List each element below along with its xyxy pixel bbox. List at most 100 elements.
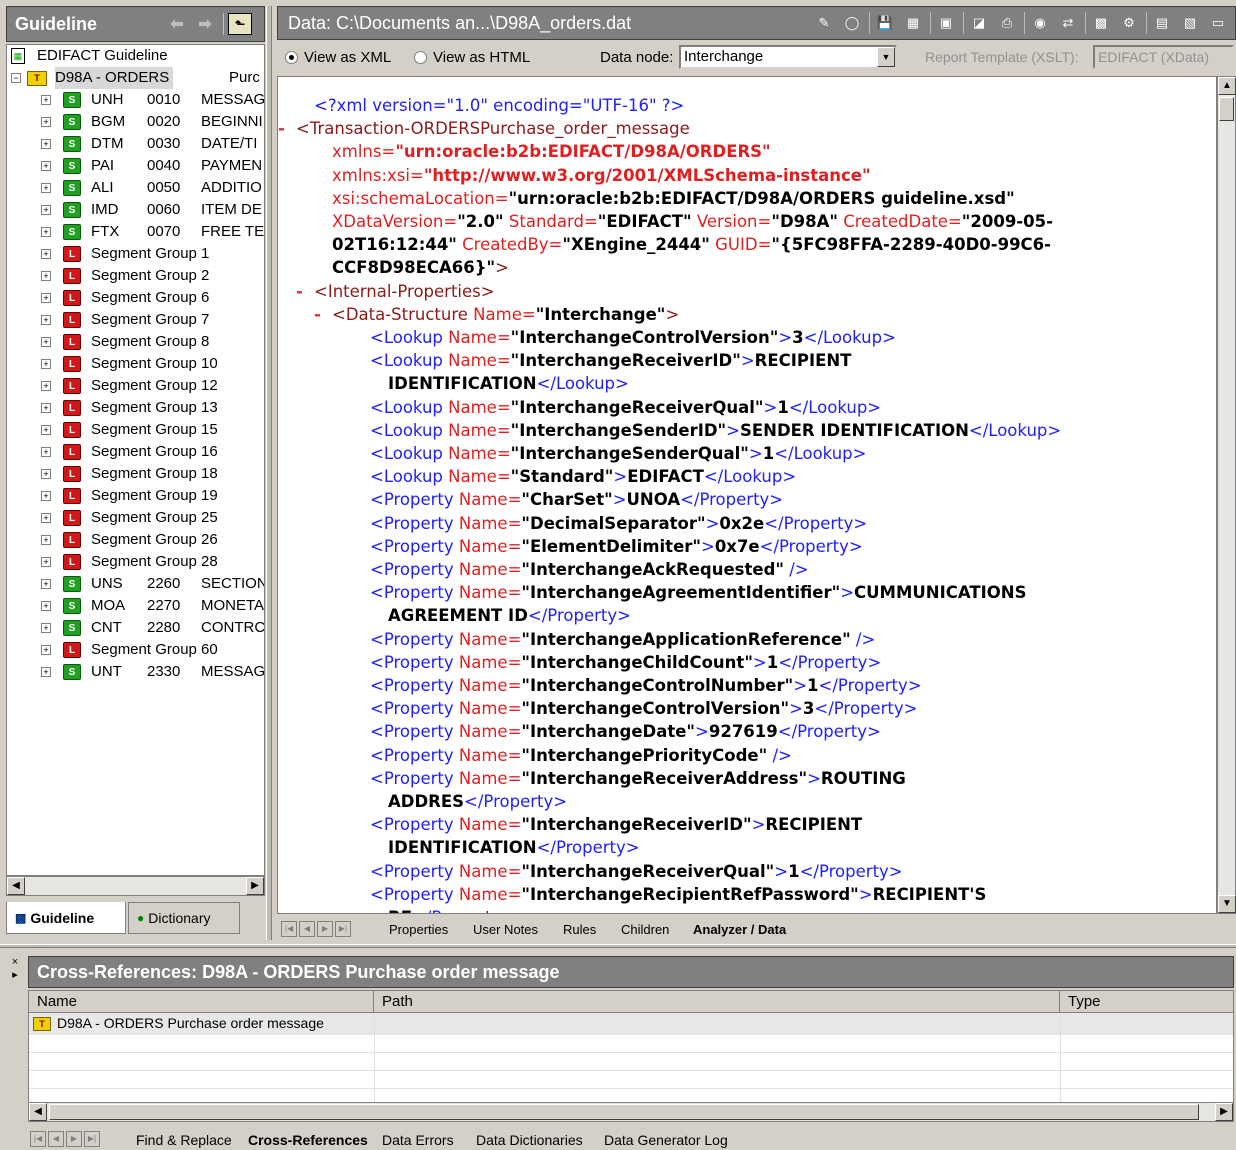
view-xml-option[interactable]: View as XML (285, 49, 391, 66)
report-icon[interactable]: ▧ (1179, 12, 1201, 34)
collapse-icon[interactable]: − (11, 73, 21, 83)
tab-find-replace[interactable]: Find & Replace (136, 1130, 232, 1150)
tree-segment-group-item[interactable]: + L Segment Group 8 (9, 331, 264, 353)
column-header-name[interactable]: Name (29, 991, 374, 1013)
first-tab-icon[interactable]: |◀ (281, 921, 297, 937)
grid-horizontal-scrollbar[interactable]: ◀ ▶ (28, 1102, 1234, 1122)
expand-icon[interactable]: + (41, 667, 51, 677)
tree-segment-group-item[interactable]: + L Segment Group 16 (9, 441, 264, 463)
replace-icon[interactable]: ⇄ (1057, 12, 1079, 34)
next-tab-icon[interactable]: ▶ (66, 1131, 82, 1147)
view-html-option[interactable]: View as HTML (414, 49, 530, 66)
settings-icon[interactable]: ⚙ (1118, 12, 1140, 34)
tab-properties[interactable]: Properties (389, 920, 448, 940)
tree-segment-group-item[interactable]: + L Segment Group 13 (9, 397, 264, 419)
scroll-down-icon[interactable]: ▼ (1218, 895, 1236, 913)
tab-data-generator-log[interactable]: Data Generator Log (604, 1130, 728, 1150)
xml-vertical-scrollbar[interactable]: ▲ ▼ (1217, 76, 1236, 914)
chevron-down-icon[interactable]: ▼ (877, 47, 895, 67)
expand-icon[interactable]: + (41, 425, 51, 435)
new-data-icon[interactable]: ✎ (813, 12, 835, 34)
data-node-select[interactable]: Interchange ▼ (679, 45, 897, 69)
tree-segment-group-item[interactable]: + L Segment Group 26 (9, 529, 264, 551)
expand-icon[interactable]: + (41, 183, 51, 193)
tab-data-dictionaries[interactable]: Data Dictionaries (476, 1130, 583, 1150)
tree-segment-item[interactable]: + S CNT 2280 CONTRC (9, 617, 264, 639)
tree-segment-group-item[interactable]: + L Segment Group 19 (9, 485, 264, 507)
tab-rules[interactable]: Rules (563, 920, 596, 940)
scroll-left-icon[interactable]: ◀ (7, 877, 25, 895)
properties-icon[interactable]: ▦ (902, 12, 924, 34)
collapse-marker[interactable]: - (296, 281, 303, 303)
folder-up-icon[interactable]: ⬑ (228, 13, 252, 35)
print-preview-icon[interactable]: ◪ (968, 12, 990, 34)
tree-segment-item[interactable]: + S IMD 0060 ITEM DE (9, 199, 264, 221)
expand-icon[interactable]: + (41, 161, 51, 171)
expand-icon[interactable]: + (41, 293, 51, 303)
prev-tab-icon[interactable]: ◀ (299, 921, 315, 937)
tree-segment-item[interactable]: + S UNT 2330 MESSAG (9, 661, 264, 683)
expand-icon[interactable]: + (41, 645, 51, 655)
close-panel-icon[interactable]: × ▸ (8, 956, 22, 982)
tree-segment-group-item[interactable]: + L Segment Group 15 (9, 419, 264, 441)
expand-icon[interactable]: + (41, 381, 51, 391)
expand-icon[interactable]: + (41, 315, 51, 325)
table-row[interactable]: T D98A - ORDERS Purchase order message (29, 1013, 1233, 1035)
expand-icon[interactable]: + (41, 491, 51, 501)
expand-icon[interactable]: + (41, 557, 51, 567)
tree-segment-item[interactable]: + S PAI 0040 PAYMEN (9, 155, 264, 177)
expand-icon[interactable]: + (41, 205, 51, 215)
scroll-thumb[interactable] (49, 1104, 1199, 1120)
prev-tab-icon[interactable]: ◀ (48, 1131, 64, 1147)
back-arrow-icon[interactable]: ⬅ (163, 14, 191, 34)
expand-icon[interactable]: + (41, 469, 51, 479)
collapse-marker[interactable]: - (278, 118, 285, 140)
expand-icon[interactable]: + (41, 227, 51, 237)
tree-segment-group-item[interactable]: + L Segment Group 2 (9, 265, 264, 287)
tree-horizontal-scrollbar[interactable]: ◀ ▶ (6, 876, 265, 896)
tree-segment-group-item[interactable]: + L Segment Group 60 (9, 639, 264, 661)
tab-data-errors[interactable]: Data Errors (382, 1130, 454, 1150)
collapse-marker[interactable]: - (314, 304, 321, 326)
export-icon[interactable]: ▣ (935, 12, 957, 34)
scroll-up-icon[interactable]: ▲ (1218, 77, 1236, 95)
print-icon[interactable]: ⎙ (996, 12, 1018, 34)
tree-segment-group-item[interactable]: + L Segment Group 10 (9, 353, 264, 375)
tree-segment-item[interactable]: + S ALI 0050 ADDITIO (9, 177, 264, 199)
last-tab-icon[interactable]: ▶| (335, 921, 351, 937)
expand-icon[interactable]: + (41, 117, 51, 127)
tree-segment-item[interactable]: + S UNS 2260 SECTION (9, 573, 264, 595)
view-xml-radio[interactable] (285, 51, 298, 64)
tree-segment-item[interactable]: + S BGM 0020 BEGINNI (9, 111, 264, 133)
tab-analyzer-data[interactable]: Analyzer / Data (693, 920, 786, 940)
expand-icon[interactable]: + (41, 579, 51, 589)
open-data-icon[interactable]: ◯ (841, 12, 863, 34)
tree-segment-group-item[interactable]: + L Segment Group 6 (9, 287, 264, 309)
expand-icon[interactable]: + (41, 535, 51, 545)
tree-segment-item[interactable]: + S MOA 2270 MONETA (9, 595, 264, 617)
expand-icon[interactable]: + (41, 601, 51, 611)
expand-icon[interactable]: + (41, 359, 51, 369)
scroll-left-icon[interactable]: ◀ (29, 1103, 47, 1121)
next-tab-icon[interactable]: ▶ (317, 921, 333, 937)
view-html-radio[interactable] (414, 51, 427, 64)
tree-segment-group-item[interactable]: + L Segment Group 25 (9, 507, 264, 529)
find-icon[interactable]: ◉ (1029, 12, 1051, 34)
tab-children[interactable]: Children (621, 920, 669, 940)
expand-icon[interactable]: + (41, 271, 51, 281)
expand-icon[interactable]: + (41, 403, 51, 413)
forward-arrow-icon[interactable]: ➡ (191, 14, 219, 34)
expand-icon[interactable]: + (41, 337, 51, 347)
tab-user-notes[interactable]: User Notes (473, 920, 538, 940)
expand-icon[interactable]: + (41, 139, 51, 149)
tree-segment-item[interactable]: + S DTM 0030 DATE/TI (9, 133, 264, 155)
column-header-type[interactable]: Type (1060, 991, 1233, 1013)
tree-view-icon[interactable]: ▤ (1151, 12, 1173, 34)
tree-segment-group-item[interactable]: + L Segment Group 18 (9, 463, 264, 485)
scroll-right-icon[interactable]: ▶ (1215, 1103, 1233, 1121)
horizontal-splitter[interactable] (0, 944, 1236, 948)
tab-cross-references[interactable]: Cross-References (248, 1130, 368, 1150)
expand-icon[interactable]: + (41, 447, 51, 457)
expand-icon[interactable]: + (41, 95, 51, 105)
tree-segment-group-item[interactable]: + L Segment Group 7 (9, 309, 264, 331)
